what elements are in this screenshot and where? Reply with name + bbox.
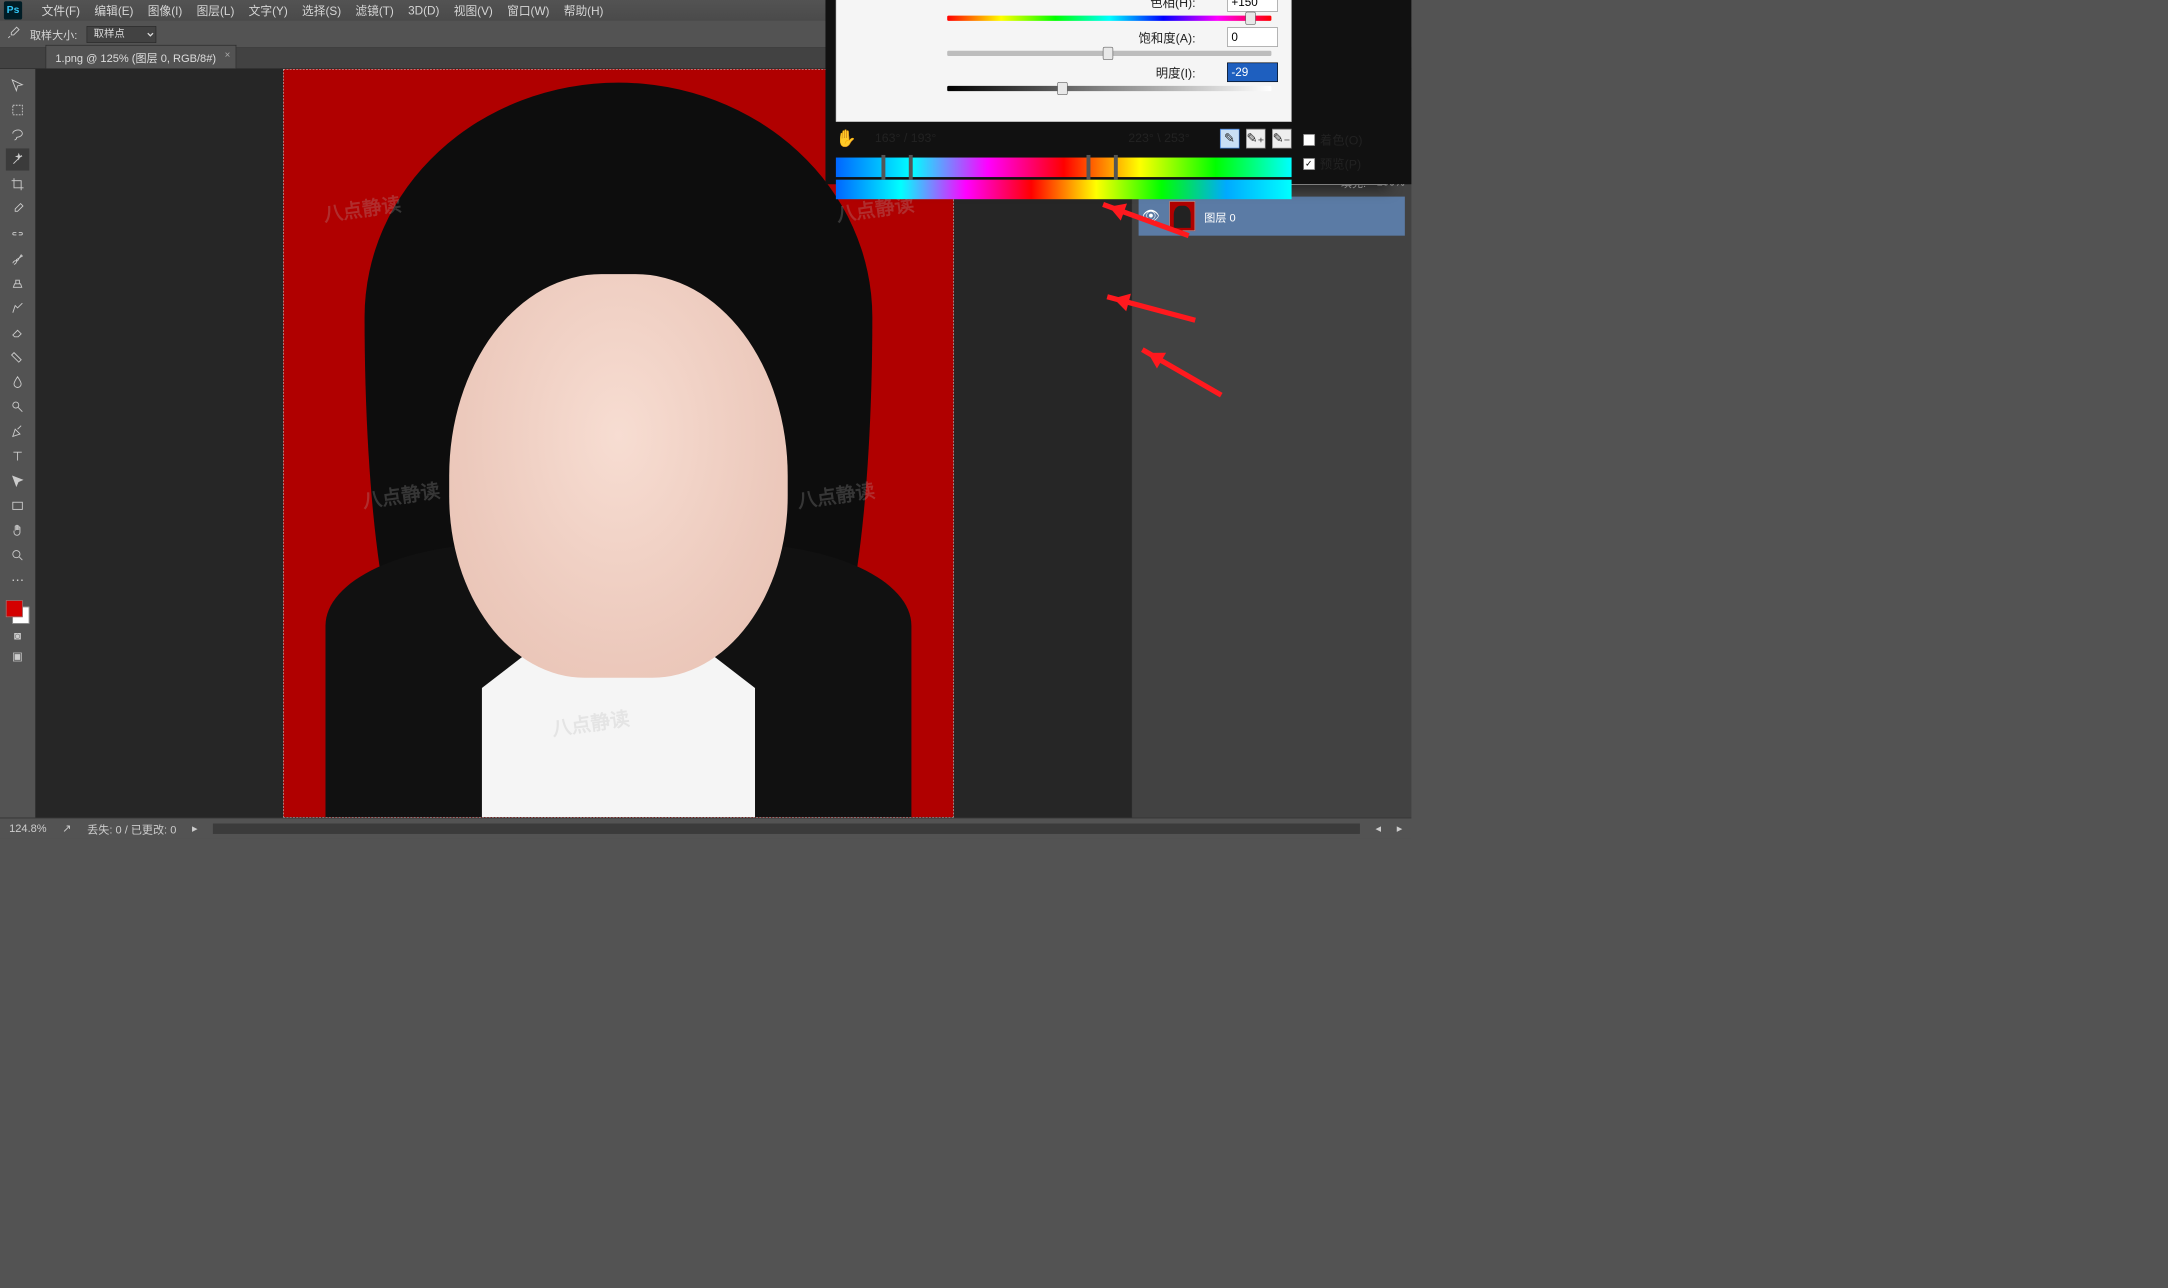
app-logo: Ps xyxy=(4,1,22,19)
rectangle-tool[interactable] xyxy=(6,495,29,517)
brush-tool[interactable] xyxy=(6,247,29,269)
preview-checkbox[interactable]: ✓预览(P) xyxy=(1303,155,1401,173)
status-info: 丢失: 0 / 已更改: 0 xyxy=(87,820,176,836)
menu-image[interactable]: 图像(I) xyxy=(148,2,183,19)
move-tool[interactable] xyxy=(6,74,29,96)
saturation-label: 饱和度(A): xyxy=(849,28,1215,46)
color-swatch[interactable] xyxy=(6,600,29,623)
lightness-slider[interactable] xyxy=(947,86,1271,91)
pen-tool[interactable] xyxy=(6,421,29,443)
sample-size-label: 取样大小: xyxy=(30,26,77,42)
menu-help[interactable]: 帮助(H) xyxy=(564,2,604,19)
zoom-level[interactable]: 124.8% xyxy=(9,822,47,835)
angle-right: 223° \ 253° xyxy=(1128,131,1189,145)
dodge-tool[interactable] xyxy=(6,396,29,418)
gradient-tool[interactable] xyxy=(6,346,29,368)
hue-label: 色相(H): xyxy=(849,0,1215,11)
menu-3d[interactable]: 3D(D) xyxy=(408,4,439,18)
sample-size-select[interactable]: 取样点 xyxy=(86,26,156,43)
clone-stamp-tool[interactable] xyxy=(6,272,29,294)
toolbox: ⋯ ◙ ▣ xyxy=(0,69,36,818)
scroll-right-icon[interactable]: ▸ xyxy=(1397,822,1403,835)
scroll-left-icon[interactable]: ◂ xyxy=(1376,822,1382,835)
lightness-input[interactable] xyxy=(1227,62,1278,82)
eyedropper-sample-icon[interactable]: ✎ xyxy=(1220,129,1240,149)
status-dropdown-icon[interactable]: ▸ xyxy=(192,822,198,835)
eyedropper-add-icon[interactable]: ✎₊ xyxy=(1246,129,1266,149)
color-range-angles: ✋ 163° / 193° 223° \ 253° ✎ ✎₊ ✎₋ xyxy=(836,128,1292,148)
menu-layer[interactable]: 图层(L) xyxy=(197,2,235,19)
quick-mask-button[interactable]: ◙ xyxy=(6,626,29,644)
spectrum-strip-top[interactable] xyxy=(836,158,1292,178)
menu-file[interactable]: 文件(F) xyxy=(42,2,80,19)
eyedropper-tool[interactable] xyxy=(6,198,29,220)
document-tab-close-icon[interactable]: × xyxy=(225,49,231,60)
slider-group: 青色 色相(H): 饱和度(A): 明度(I): xyxy=(836,0,1292,122)
menu-window[interactable]: 窗口(W) xyxy=(507,2,549,19)
screen-mode-button[interactable]: ▣ xyxy=(6,647,29,665)
horizontal-scrollbar[interactable] xyxy=(213,823,1360,833)
eraser-tool[interactable] xyxy=(6,322,29,344)
menu-edit[interactable]: 编辑(E) xyxy=(94,2,133,19)
marquee-tool[interactable] xyxy=(6,99,29,121)
share-icon[interactable]: ↗ xyxy=(62,822,71,835)
layers-panel: 锁定: ▦ ✎ ✥ 🔒 填充: 100% 👁 图层 0 xyxy=(1132,168,1411,818)
document-tab[interactable]: 1.png @ 125% (图层 0, RGB/8#) × xyxy=(46,45,237,68)
hand-tool[interactable] xyxy=(6,519,29,541)
eyedropper-tool-icon xyxy=(7,25,21,43)
layer-name[interactable]: 图层 0 xyxy=(1204,208,1235,224)
healing-brush-tool[interactable] xyxy=(6,223,29,245)
hand-adjust-icon[interactable]: ✋ xyxy=(836,128,857,148)
hue-slider[interactable] xyxy=(947,16,1271,21)
menu-select[interactable]: 选择(S) xyxy=(302,2,341,19)
spectrum-strip-bottom xyxy=(836,180,1292,200)
hue-input[interactable] xyxy=(1227,0,1278,12)
history-brush-tool[interactable] xyxy=(6,297,29,319)
saturation-slider[interactable] xyxy=(947,51,1271,56)
colorize-checkbox[interactable]: 着色(O) xyxy=(1303,131,1401,149)
saturation-input[interactable] xyxy=(1227,27,1278,47)
zoom-tool[interactable] xyxy=(6,544,29,566)
path-selection-tool[interactable] xyxy=(6,470,29,492)
foreground-color-swatch[interactable] xyxy=(6,600,23,617)
lightness-label: 明度(I): xyxy=(849,63,1215,81)
magic-wand-tool[interactable] xyxy=(6,148,29,170)
document-tab-title: 1.png @ 125% (图层 0, RGB/8#) xyxy=(55,52,216,64)
angle-left: 163° / 193° xyxy=(875,131,936,145)
type-tool[interactable] xyxy=(6,445,29,467)
menu-filter[interactable]: 滤镜(T) xyxy=(355,2,393,19)
lasso-tool[interactable] xyxy=(6,124,29,146)
status-bar: 124.8% ↗ 丢失: 0 / 已更改: 0 ▸ ◂ ▸ xyxy=(0,818,1411,839)
blur-tool[interactable] xyxy=(6,371,29,393)
menu-view[interactable]: 视图(V) xyxy=(454,2,493,19)
menu-type[interactable]: 文字(Y) xyxy=(249,2,288,19)
crop-tool[interactable] xyxy=(6,173,29,195)
eyedropper-subtract-icon[interactable]: ✎₋ xyxy=(1272,129,1292,149)
edit-toolbar-button[interactable]: ⋯ xyxy=(6,569,29,591)
hue-saturation-dialog: 色相/饱和度 ✕ 预设(E): 自定 ⚙ 青色 色相(H): 饱和度(A): xyxy=(850,158,1387,185)
